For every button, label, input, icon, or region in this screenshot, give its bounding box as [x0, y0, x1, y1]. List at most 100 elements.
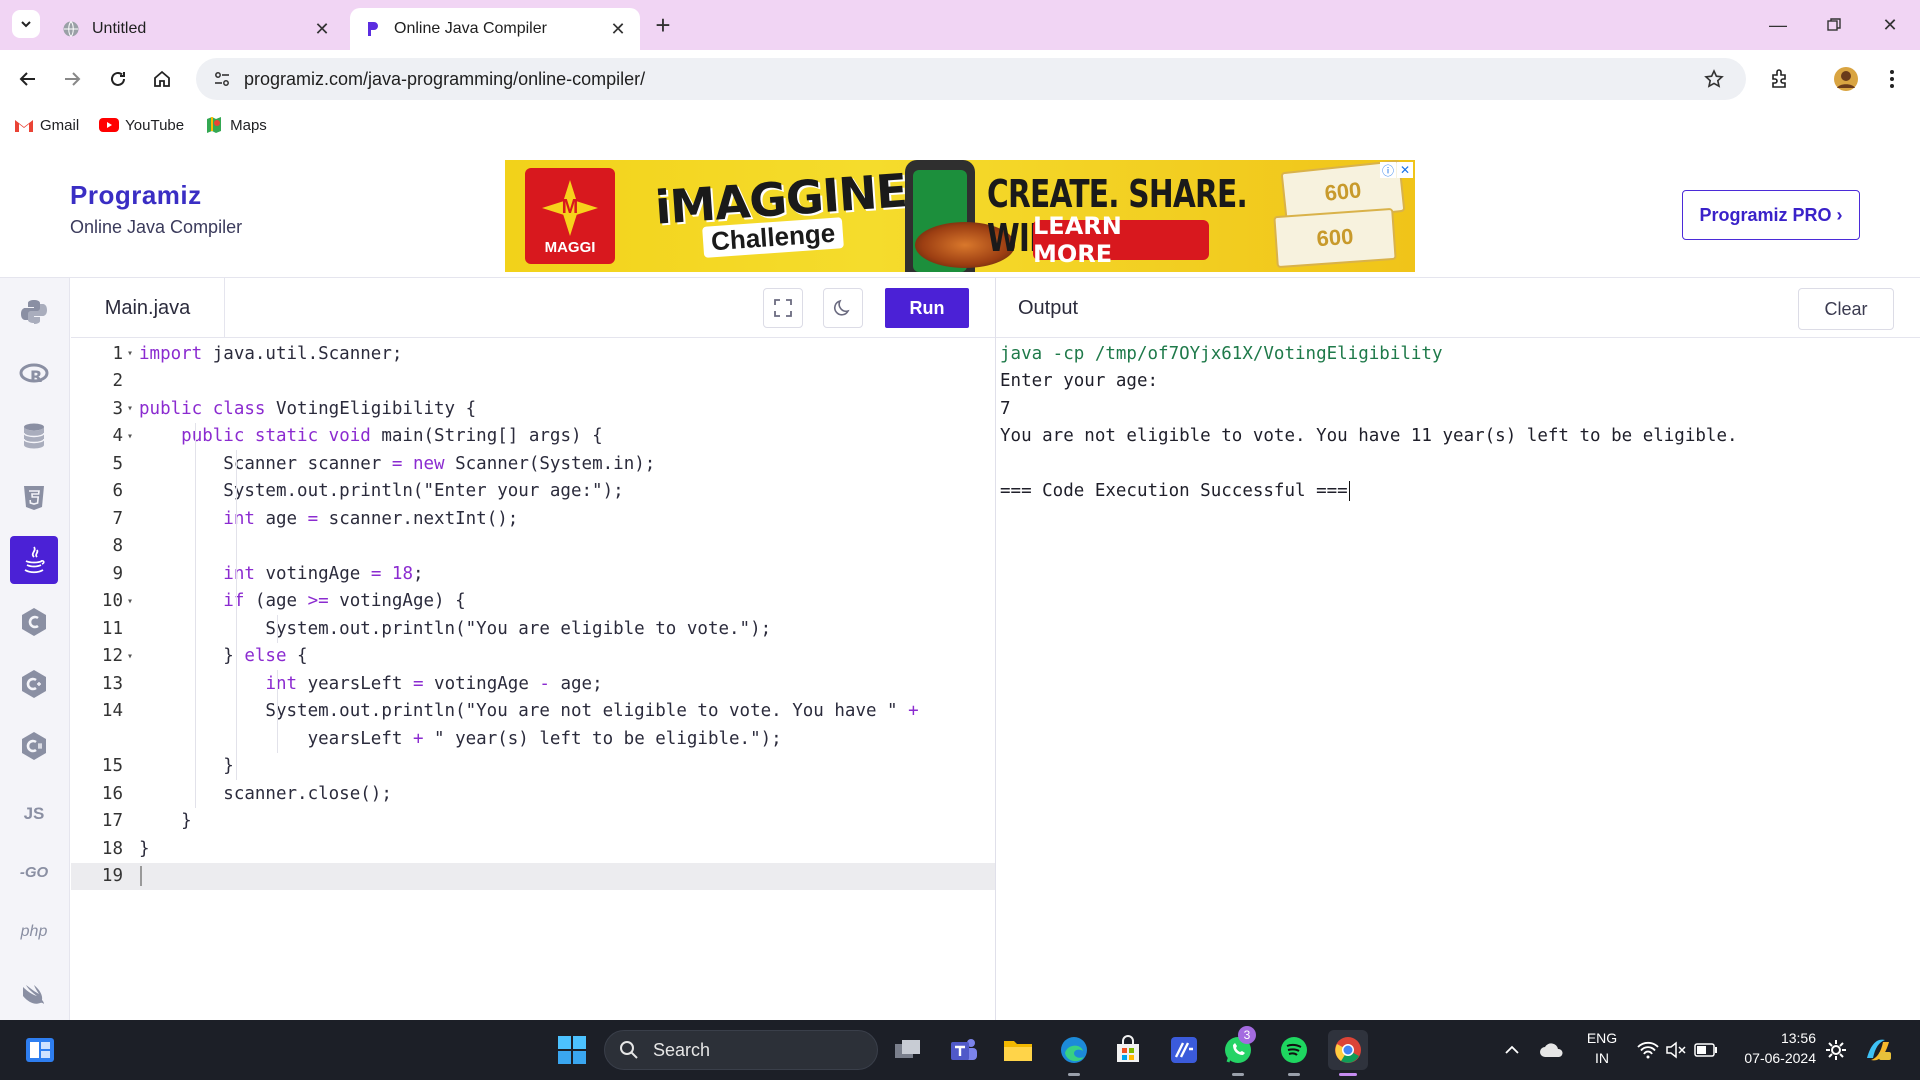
java-icon[interactable]: [10, 536, 58, 584]
address-bar[interactable]: programiz.com/java-programming/online-co…: [196, 58, 1746, 100]
tab-title: Online Java Compiler: [394, 20, 547, 37]
taskbar-search[interactable]: Search: [604, 1030, 878, 1070]
code-line[interactable]: 11 System.out.println("You are eligible …: [71, 615, 995, 643]
new-tab-button[interactable]: +: [650, 10, 676, 40]
fold-arrow-icon[interactable]: ▾: [127, 651, 139, 662]
teams-icon[interactable]: [944, 1030, 984, 1070]
c-language-icon[interactable]: [10, 598, 58, 646]
tab-online-java-compiler[interactable]: Online Java Compiler ✕: [350, 8, 640, 50]
code-line[interactable]: 5 Scanner scanner = new Scanner(System.i…: [71, 450, 995, 478]
bookmark-gmail[interactable]: Gmail: [14, 117, 79, 134]
swift-icon[interactable]: [10, 970, 58, 1018]
cpp-language-icon[interactable]: [10, 660, 58, 708]
code-line[interactable]: 18}: [71, 835, 995, 863]
code-line[interactable]: 13 int yearsLeft = votingAge - age;: [71, 670, 995, 698]
onedrive-cloud-icon[interactable]: [1532, 1030, 1572, 1070]
go-icon[interactable]: -GO: [10, 848, 58, 896]
forward-icon[interactable]: [56, 63, 88, 95]
indent-guide: [277, 670, 278, 753]
task-view-icon[interactable]: [888, 1030, 928, 1070]
whatsapp-icon[interactable]: 3: [1218, 1026, 1258, 1076]
widgets-icon[interactable]: [20, 1030, 60, 1070]
settings-gear-icon[interactable]: [1816, 1030, 1856, 1070]
run-button[interactable]: Run: [885, 288, 969, 328]
sql-database-icon[interactable]: [10, 412, 58, 460]
minimize-icon[interactable]: —: [1758, 10, 1798, 40]
show-hidden-icons-chevron-icon[interactable]: [1492, 1030, 1532, 1070]
php-icon[interactable]: php: [10, 908, 58, 956]
code-line[interactable]: 2: [71, 368, 995, 396]
reload-icon[interactable]: [102, 63, 134, 95]
back-icon[interactable]: [12, 63, 44, 95]
dark-mode-moon-icon[interactable]: [823, 288, 863, 328]
close-tab-icon[interactable]: ✕: [312, 19, 332, 39]
code-line[interactable]: 6 System.out.println("Enter your age:");: [71, 478, 995, 506]
edge-browser-icon[interactable]: [1054, 1030, 1094, 1076]
r-icon[interactable]: R: [10, 350, 58, 398]
code-line[interactable]: 10 ▾ if (age >= votingAge) {: [71, 588, 995, 616]
system-clock[interactable]: 13:56 07-06-2024: [1730, 1028, 1816, 1068]
file-tab-main-java[interactable]: Main.java: [71, 278, 225, 338]
battery-icon[interactable]: [1686, 1030, 1726, 1070]
ad-close-icon[interactable]: ✕: [1397, 162, 1413, 178]
code-text: } else {: [139, 646, 307, 666]
code-editor[interactable]: 1 ▾ import java.util.Scanner; 2 3 ▾ public cla…: [71, 338, 995, 1020]
youtube-icon: [99, 117, 120, 133]
html5-icon[interactable]: [10, 474, 58, 522]
ad-learn-more-button[interactable]: LEARN MORE: [1033, 212, 1209, 268]
code-line[interactable]: 17 }: [71, 808, 995, 836]
fold-arrow-icon[interactable]: ▾: [127, 596, 139, 607]
input-language-indicator[interactable]: ENG IN: [1582, 1028, 1622, 1068]
output-console[interactable]: java -cp /tmp/of7OYjx61X/VotingEligibili…: [996, 338, 1920, 1020]
spotify-icon[interactable]: [1274, 1030, 1314, 1076]
code-line[interactable]: 1 ▾ import java.util.Scanner;: [71, 340, 995, 368]
site-info-icon[interactable]: [202, 59, 242, 99]
code-line[interactable]: 9 int votingAge = 18;: [71, 560, 995, 588]
extensions-icon[interactable]: [1764, 63, 1796, 95]
code-line[interactable]: 12 ▾ } else {: [71, 643, 995, 671]
close-window-icon[interactable]: ✕: [1870, 10, 1910, 40]
clear-button[interactable]: Clear: [1798, 288, 1894, 330]
windows-start-icon[interactable]: [552, 1030, 592, 1070]
code-line[interactable]: 3 ▾ public class VotingEligibility {: [71, 395, 995, 423]
code-line[interactable]: 15 }: [71, 753, 995, 781]
menu-dots-icon[interactable]: [1876, 63, 1908, 95]
code-line[interactable]: 19: [71, 862, 995, 890]
code-line[interactable]: 14 System.out.println("You are not eligi…: [71, 698, 995, 726]
fold-arrow-icon[interactable]: ▾: [127, 348, 139, 359]
fold-arrow-icon[interactable]: ▾: [127, 431, 139, 442]
home-icon[interactable]: [146, 63, 178, 95]
advertisement-banner[interactable]: M MAGGI iMAGGINE Challenge CREATE. SHARE…: [505, 160, 1415, 272]
bookmark-maps[interactable]: Maps: [204, 117, 267, 134]
close-tab-icon[interactable]: ✕: [608, 19, 628, 39]
code-line[interactable]: 16 scanner.close();: [71, 780, 995, 808]
javascript-icon[interactable]: JS: [10, 790, 58, 838]
ad-info-icon[interactable]: ⓘ: [1380, 162, 1396, 178]
python-icon[interactable]: [10, 288, 58, 336]
csharp-language-icon[interactable]: [10, 722, 58, 770]
microsoft-store-icon[interactable]: [1108, 1030, 1148, 1070]
programiz-pro-button[interactable]: Programiz PRO ›: [1682, 190, 1860, 240]
code-line[interactable]: 4 ▾ public static void main(String[] args…: [71, 423, 995, 451]
code-line[interactable]: yearsLeft + " year(s) left to be eligibl…: [71, 725, 995, 753]
code-token: =: [307, 508, 319, 529]
code-line[interactable]: 8: [71, 533, 995, 561]
tab-search-button[interactable]: [12, 10, 40, 38]
text-cursor: [1348, 481, 1351, 502]
code-line[interactable]: 7 int age = scanner.nextInt();: [71, 505, 995, 533]
bookmark-youtube[interactable]: YouTube: [99, 117, 184, 134]
code-token: votingAge: [423, 673, 540, 694]
tab-untitled[interactable]: Untitled ✕: [48, 8, 344, 50]
restore-icon[interactable]: [1814, 10, 1854, 40]
code-editor-app-icon[interactable]: [1164, 1030, 1204, 1070]
profile-avatar[interactable]: [1830, 63, 1862, 95]
fold-arrow-icon[interactable]: ▾: [127, 403, 139, 414]
chrome-icon[interactable]: [1328, 1030, 1368, 1076]
fullscreen-icon[interactable]: [763, 288, 803, 328]
bookmark-star-icon[interactable]: [1694, 59, 1734, 99]
copilot-icon[interactable]: [1858, 1030, 1898, 1070]
ad-choices[interactable]: ⓘ ✕: [1379, 162, 1413, 178]
file-explorer-icon[interactable]: [998, 1030, 1038, 1070]
programiz-brand[interactable]: Programiz Online Java Compiler: [70, 180, 242, 238]
